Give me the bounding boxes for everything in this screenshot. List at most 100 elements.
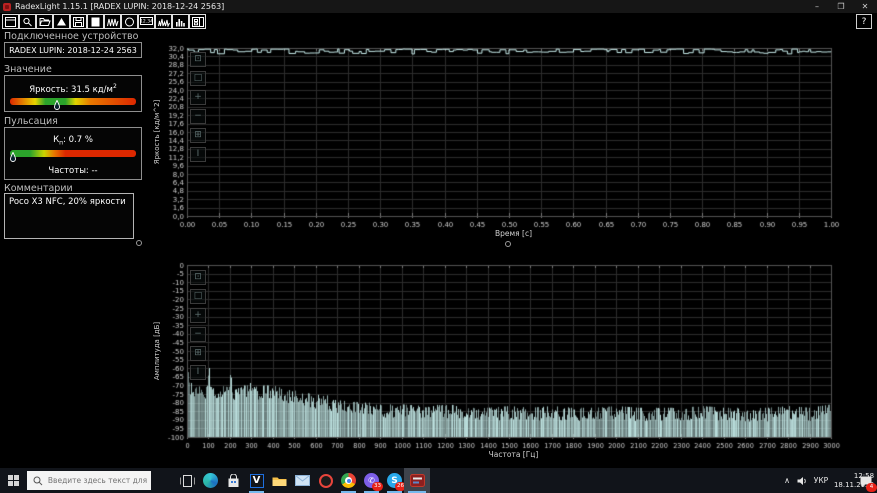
viber-button[interactable]: ✆ 33 [360, 468, 383, 493]
zoom-out-icon[interactable]: − [190, 109, 206, 124]
pulsation-view-button[interactable] [155, 14, 172, 29]
pulsation-view-icon [157, 18, 170, 27]
new-window-icon [5, 16, 16, 27]
svg-text:12.34: 12.34 [140, 19, 153, 25]
opera-icon [318, 473, 333, 488]
chrome-icon [341, 473, 356, 488]
opera-button[interactable] [314, 468, 337, 493]
oscillogram-y-axis-label: Яркость [кд/м^2] [153, 99, 161, 165]
device-selector[interactable]: RADEX LUPIN: 2018-12-24 2563 [4, 42, 142, 58]
oscillogram-plot[interactable] [150, 34, 877, 250]
spectrum-plot[interactable] [150, 252, 877, 464]
search-icon [23, 17, 32, 26]
window-title: RadexLight 1.15.1 [RADEX LUPIN: 2018-12-… [15, 2, 225, 11]
pulsation-panel: Кп: 0.7 % Частоты: -- [4, 127, 142, 180]
zoom-box-icon[interactable]: □ [190, 289, 206, 304]
zoom-in-icon[interactable]: + [190, 308, 206, 323]
desktop: RadexLight 1.15.1 [RADEX LUPIN: 2018-12-… [0, 0, 877, 493]
pulsation-marker[interactable] [9, 148, 16, 162]
search-input[interactable] [45, 475, 151, 486]
open-folder-icon [38, 17, 51, 26]
zoom-box-icon[interactable]: □ [190, 71, 206, 86]
language-indicator[interactable]: УКР [810, 468, 832, 493]
gauge-view-icon [125, 17, 134, 26]
radexlight-app-icon [3, 2, 11, 11]
pan-icon[interactable]: ⊞ [190, 346, 206, 361]
volume-button[interactable] [794, 468, 810, 493]
timer-icon: 12.34 [140, 17, 153, 25]
edge-button[interactable] [199, 468, 222, 493]
tray-expand-chevron[interactable]: ∧ [780, 468, 794, 493]
mail-button[interactable] [291, 468, 314, 493]
zoom-select-icon[interactable]: ⊡ [190, 52, 206, 67]
pan-icon[interactable]: ⊞ [190, 128, 206, 143]
chrome-button[interactable] [337, 468, 360, 493]
zoom-in-icon[interactable]: + [190, 90, 206, 105]
radexlight-taskbar-button[interactable] [404, 468, 430, 493]
action-center-button[interactable]: 4 [856, 468, 877, 493]
speaker-icon [797, 476, 806, 485]
pulsation-scale [9, 148, 136, 162]
autofit-icon[interactable]: I [190, 147, 206, 162]
taskbar: V ✆ 33 S 26 ∧ [0, 468, 877, 493]
v-app-button[interactable]: V [245, 468, 268, 493]
search-button[interactable] [19, 14, 36, 29]
autofit-icon[interactable]: I [190, 365, 206, 380]
brightness-reading: Яркость: 31.5 кд/м2 [29, 83, 117, 95]
frequency-readout: Частоты: -- [48, 166, 98, 176]
edge-icon [203, 473, 218, 488]
minimize-button[interactable]: – [805, 0, 829, 13]
close-button[interactable]: ✕ [853, 0, 877, 13]
oscillogram-view-icon [106, 18, 118, 26]
titlebar: RadexLight 1.15.1 [RADEX LUPIN: 2018-12-… [0, 0, 877, 13]
task-view-button[interactable] [176, 468, 199, 493]
panels-view-icon [191, 16, 204, 27]
zoom-select-icon[interactable]: ⊡ [190, 270, 206, 285]
comments-resize-handle[interactable] [136, 240, 142, 246]
open-button[interactable] [36, 14, 53, 29]
save-icon [73, 16, 84, 27]
spectrum-view-icon [175, 18, 185, 26]
windows-logo-icon [7, 475, 19, 486]
chart-splitter-handle[interactable] [505, 241, 511, 247]
device-section-header: Подключенное устройство [4, 31, 139, 42]
help-button[interactable]: ? [856, 14, 872, 29]
value-section-header: Значение [4, 64, 52, 75]
start-button[interactable] [0, 468, 26, 493]
brightness-marker[interactable] [53, 96, 60, 110]
brightness-panel: Яркость: 31.5 кд/м2 [4, 75, 142, 112]
file-explorer-button[interactable] [268, 468, 291, 493]
task-view-icon [180, 474, 195, 487]
comments-input[interactable]: Poco X3 NFC, 20% яркости [4, 193, 134, 239]
oscillogram-view-button[interactable] [104, 14, 121, 29]
gauge-view-button[interactable] [121, 14, 138, 29]
skype-button[interactable]: S 26 [383, 468, 406, 493]
timer-button[interactable]: 12.34 [138, 14, 155, 29]
mail-icon [295, 475, 310, 486]
device-name: RADEX LUPIN: 2018-12-24 2563 [9, 46, 137, 55]
zoom-out-icon[interactable]: − [190, 327, 206, 342]
store-icon [228, 473, 239, 487]
kp-reading: Кп: 0.7 % [53, 135, 93, 147]
spectrum-view-button[interactable] [172, 14, 189, 29]
notification-badge: 4 [866, 483, 877, 492]
radexlight-icon [409, 474, 425, 487]
v-app-icon: V [249, 473, 264, 488]
stop-icon [91, 17, 100, 26]
connect-button[interactable] [53, 14, 70, 29]
maximize-button[interactable]: ❐ [829, 0, 853, 13]
file-explorer-icon [272, 477, 287, 486]
spectrum-y-axis-label: Амплитуда [дБ] [153, 321, 161, 381]
taskbar-search[interactable] [27, 471, 151, 490]
toolbar: 12.34 ? [0, 13, 877, 30]
panels-view-button[interactable] [189, 14, 206, 29]
stop-button[interactable] [87, 14, 104, 29]
viber-badge: 33 [372, 482, 383, 491]
spectrum-x-axis-label: Частота [Гц] [488, 450, 539, 459]
pulsation-section-header: Пульсация [4, 116, 58, 127]
oscillogram-x-axis-label: Время [с] [494, 229, 533, 238]
save-button[interactable] [70, 14, 87, 29]
brightness-scale [10, 96, 136, 110]
store-button[interactable] [222, 468, 245, 493]
new-window-button[interactable] [2, 14, 19, 29]
